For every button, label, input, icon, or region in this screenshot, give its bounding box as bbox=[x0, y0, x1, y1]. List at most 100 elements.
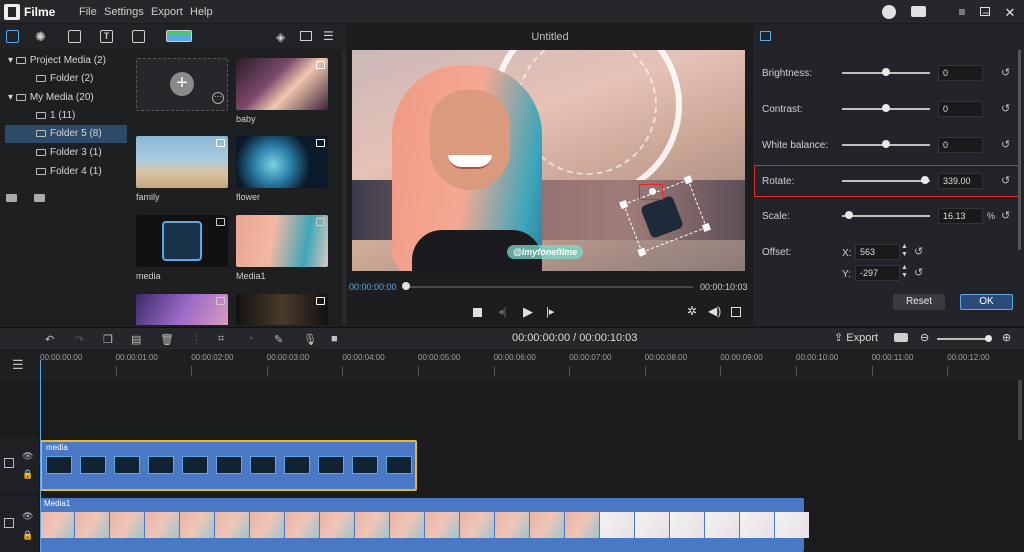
stop-icon[interactable] bbox=[473, 308, 482, 317]
eye-icon[interactable]: 👁 bbox=[22, 451, 33, 462]
zoom-knob[interactable] bbox=[985, 335, 992, 342]
scale-knob[interactable] bbox=[845, 211, 854, 219]
tree-item-folder-3[interactable]: Folder 3 (1) bbox=[0, 144, 127, 162]
menu-settings[interactable]: Settings bbox=[104, 6, 144, 18]
tree-item-folder[interactable]: Folder (2) bbox=[0, 70, 127, 88]
maximize-icon[interactable] bbox=[980, 7, 990, 16]
crop-icon[interactable]: ⌗ bbox=[218, 333, 224, 346]
settings-icon[interactable]: ✲ bbox=[687, 304, 697, 318]
tree-item-1[interactable]: 1 (11) bbox=[0, 107, 127, 125]
reset-icon[interactable]: ↺ bbox=[1001, 174, 1010, 187]
brightness-input[interactable]: 0 bbox=[938, 65, 983, 81]
view-toggle-icon[interactable] bbox=[300, 31, 312, 41]
fullscreen-icon[interactable] bbox=[731, 307, 741, 317]
lock-icon[interactable]: 🔒 bbox=[22, 530, 33, 541]
add-folder-icon[interactable] bbox=[6, 194, 17, 202]
zoom-in-icon[interactable]: ⊕ bbox=[1002, 331, 1011, 344]
record-camera-icon[interactable]: ■ bbox=[331, 333, 338, 345]
fit-timeline-icon[interactable] bbox=[894, 333, 908, 342]
speed-icon[interactable]: ◔ bbox=[247, 333, 254, 345]
playhead[interactable] bbox=[40, 360, 41, 552]
menu-file[interactable]: File bbox=[79, 6, 97, 18]
zoom-out-icon[interactable]: ⊖ bbox=[920, 331, 929, 344]
import-media-button[interactable]: + ⋯ bbox=[136, 58, 228, 111]
split-icon[interactable]: ⋮ bbox=[191, 333, 202, 346]
delete-folder-icon[interactable] bbox=[34, 194, 45, 202]
next-frame-icon[interactable]: |▸ bbox=[546, 305, 554, 318]
copy-icon[interactable]: ❐ bbox=[103, 333, 113, 346]
video-preview[interactable]: @imyfonefilme bbox=[352, 50, 745, 271]
export-button[interactable]: ⇪ Export bbox=[834, 331, 878, 344]
previous-frame-icon[interactable]: ◂| bbox=[498, 305, 506, 318]
resize-handle[interactable] bbox=[637, 247, 647, 257]
preview-progress-bar[interactable] bbox=[405, 286, 693, 288]
white-balance-knob[interactable] bbox=[882, 140, 890, 148]
media-thumb-family[interactable] bbox=[136, 136, 228, 188]
redo-icon[interactable]: ↷ bbox=[75, 333, 84, 346]
transition-tab-icon[interactable] bbox=[68, 30, 81, 43]
ok-button[interactable]: OK bbox=[960, 294, 1013, 310]
reset-icon[interactable]: ↺ bbox=[914, 266, 923, 279]
tree-item-my-media[interactable]: ▾ My Media (20) bbox=[0, 89, 127, 107]
mail-icon[interactable] bbox=[911, 6, 926, 17]
layers-icon[interactable]: ◈ bbox=[276, 30, 285, 44]
brightness-knob[interactable] bbox=[882, 68, 890, 76]
tree-item-folder-4[interactable]: Folder 4 (1) bbox=[0, 163, 127, 181]
scale-input[interactable]: 16.13 bbox=[938, 208, 983, 224]
sort-icon[interactable]: ☰ bbox=[323, 29, 334, 43]
account-icon[interactable] bbox=[882, 5, 896, 19]
filter-tab-icon[interactable] bbox=[166, 30, 192, 42]
media-scrollbar[interactable] bbox=[342, 50, 346, 325]
offset-x-input[interactable]: 563 bbox=[855, 244, 900, 260]
media-thumb-baby[interactable] bbox=[236, 58, 328, 110]
media-thumb-media[interactable] bbox=[136, 215, 228, 267]
reset-icon[interactable]: ↺ bbox=[1001, 102, 1010, 115]
reset-button[interactable]: Reset bbox=[893, 294, 945, 310]
contrast-knob[interactable] bbox=[882, 104, 890, 112]
media-thumb-media1[interactable] bbox=[236, 215, 328, 267]
reset-icon[interactable]: ↺ bbox=[1001, 66, 1010, 79]
track-menu-icon[interactable]: ☰ bbox=[12, 357, 24, 373]
timeline-scrollbar[interactable] bbox=[1018, 380, 1022, 440]
menu-icon[interactable]: ≡ bbox=[954, 5, 970, 19]
clip-media[interactable]: media bbox=[40, 440, 417, 491]
close-icon[interactable]: ✕ bbox=[1002, 5, 1018, 21]
tree-item-folder-5[interactable]: Folder 5 (8) bbox=[5, 125, 127, 143]
preview-progress-knob[interactable] bbox=[402, 282, 410, 290]
zoom-slider[interactable] bbox=[937, 338, 989, 340]
volume-icon[interactable]: ◀) bbox=[708, 304, 721, 318]
microphone-icon[interactable]: 🎙 bbox=[303, 333, 317, 346]
menu-export[interactable]: Export bbox=[151, 6, 183, 18]
edit-pen-icon[interactable]: ✎ bbox=[274, 333, 283, 346]
offset-y-input[interactable]: -297 bbox=[855, 265, 900, 281]
undo-icon[interactable]: ↶ bbox=[45, 333, 54, 346]
media-thumb-film[interactable] bbox=[136, 294, 228, 325]
delete-icon[interactable]: 🗑 bbox=[160, 333, 174, 346]
rotate-knob[interactable] bbox=[920, 176, 929, 184]
reset-icon[interactable]: ↺ bbox=[1001, 138, 1010, 151]
rotate-slider[interactable] bbox=[842, 180, 930, 182]
play-icon[interactable]: ▶ bbox=[523, 304, 533, 320]
tree-item-project-media[interactable]: ▾ Project Media (2) bbox=[0, 52, 127, 70]
reset-icon[interactable]: ↺ bbox=[914, 245, 923, 258]
menu-help[interactable]: Help bbox=[190, 6, 213, 18]
eye-icon[interactable]: 👁 bbox=[22, 511, 33, 522]
offset-y-stepper-icon[interactable]: ▲ ▼ bbox=[901, 264, 908, 280]
media-thumb-flower[interactable] bbox=[236, 136, 328, 188]
offset-x-stepper-icon[interactable]: ▲ ▼ bbox=[901, 243, 908, 259]
effects-tab-icon[interactable]: ✺ bbox=[35, 29, 46, 45]
media-tab-icon[interactable] bbox=[6, 30, 19, 43]
contrast-input[interactable]: 0 bbox=[938, 101, 983, 117]
rotate-input[interactable]: 339.00 bbox=[938, 173, 983, 189]
reset-icon[interactable]: ↺ bbox=[1001, 209, 1010, 222]
media-thumb-couple[interactable] bbox=[236, 294, 328, 325]
music-tab-icon[interactable] bbox=[132, 30, 145, 43]
white-balance-input[interactable]: 0 bbox=[938, 137, 983, 153]
scale-slider[interactable] bbox=[842, 215, 930, 217]
text-tab-icon[interactable]: T bbox=[100, 30, 113, 43]
properties-scrollbar[interactable] bbox=[1018, 50, 1021, 250]
paste-icon[interactable]: ▤ bbox=[131, 333, 141, 346]
more-icon[interactable]: ⋯ bbox=[212, 92, 224, 104]
lock-icon[interactable]: 🔒 bbox=[22, 469, 33, 480]
image-properties-icon[interactable] bbox=[760, 31, 771, 41]
